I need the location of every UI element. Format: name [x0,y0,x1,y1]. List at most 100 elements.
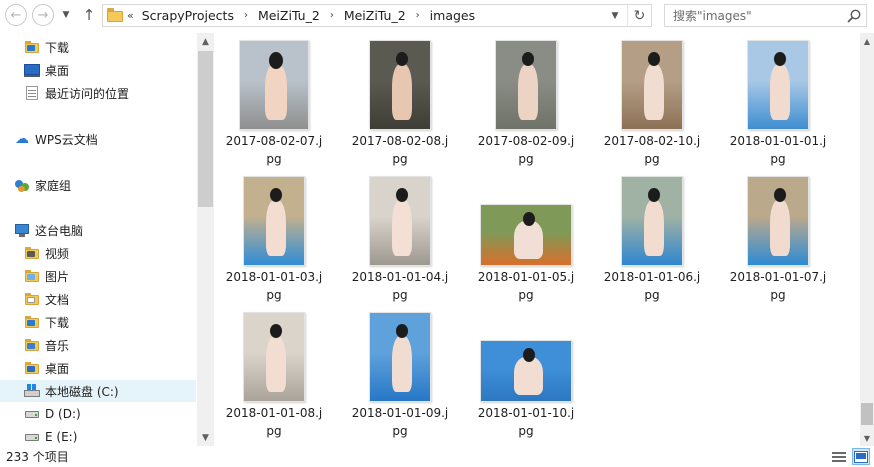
sidebar-item-homegroup[interactable]: 家庭组 [14,174,196,196]
sidebar-item-pictures[interactable]: 图片 [24,265,196,287]
image-thumbnail[interactable] [480,340,572,402]
forward-button[interactable]: → [32,4,54,26]
sidebar-item-label: 本地磁盘 (C:) [45,384,119,399]
sidebar-item-downloads-pc[interactable]: 下载 [24,311,196,333]
back-button[interactable]: ← [5,4,27,26]
refresh-button[interactable]: ↻ [627,5,651,26]
image-thumbnail[interactable] [243,312,305,402]
file-name: 2018-01-01-04.j [351,270,449,284]
sidebar-item-wps-cloud[interactable]: ☁ WPS云文档 [14,128,196,150]
file-item[interactable]: 2017-08-02-10.j pg [593,38,711,166]
photo-figure-head [774,188,786,202]
photo-figure-head [270,188,282,202]
large-icons-view-button[interactable] [852,448,870,465]
file-item[interactable]: 2018-01-01-08.j pg [215,310,333,438]
file-name: 2018-01-01-08.j [225,406,323,420]
photo-figure [392,64,412,120]
sidebar-item-this-pc[interactable]: 这台电脑 [14,219,196,241]
sidebar-item-label: 家庭组 [35,178,72,193]
photo-figure [392,336,412,392]
sidebar-item-desktop[interactable]: 桌面 [24,59,196,81]
sidebar-item-label: 桌面 [45,361,70,376]
sidebar-item-label: D (D:) [45,407,81,421]
sidebar-item-desktop-pc[interactable]: 桌面 [24,357,196,379]
scroll-up-arrow-icon[interactable]: ▲ [197,33,213,50]
recent-locations-button[interactable]: ▼ [60,7,72,23]
address-history-button[interactable]: ▼ [605,5,625,26]
status-bar: 233 个项目 [0,446,874,467]
file-grid: 2017-08-02-07.j pg 2017-08-02-08.j pg 2017-0… [215,33,859,446]
image-thumbnail[interactable] [495,40,557,130]
file-name: 2018-01-01-09.j [351,406,449,420]
content-scrollbar[interactable]: ▲ ▼ [860,33,874,446]
file-name-continued: pg [518,152,534,166]
sidebar-item-label: 桌面 [45,63,70,78]
sidebar-item-recent-places[interactable]: 最近访问的位置 [24,82,196,104]
file-item[interactable]: 2018-01-01-09.j pg [341,310,459,438]
file-item[interactable]: 2017-08-02-07.j pg [215,38,333,166]
sidebar-item-label: 最近访问的位置 [45,86,130,101]
breadcrumb-item[interactable]: MeiZiTu_2 [342,8,408,23]
chevron-right-icon[interactable]: › [236,10,256,21]
sidebar-item-drive-c[interactable]: 本地磁盘 (C:) [0,380,196,402]
sidebar-item-drive-e[interactable]: E (E:) [24,426,196,446]
image-thumbnail[interactable] [621,176,683,266]
sidebar-item-downloads[interactable]: 下载 [24,36,196,58]
chevron-right-icon[interactable]: › [408,10,428,21]
file-item[interactable]: 2018-01-01-07.j pg [719,174,837,302]
details-view-button[interactable] [830,448,848,465]
sidebar-item-documents[interactable]: 文档 [24,288,196,310]
file-name: 2018-01-01-01.j [729,134,827,148]
search-input[interactable] [665,5,845,26]
image-thumbnail[interactable] [480,204,572,266]
image-thumbnail[interactable] [621,40,683,130]
image-thumbnail[interactable] [747,40,809,130]
breadcrumb-item[interactable]: images [428,8,477,23]
scroll-up-arrow-icon[interactable]: ▲ [860,33,874,49]
photo-figure-head [523,348,535,362]
search-box[interactable] [664,4,867,27]
file-item[interactable]: 2017-08-02-08.j pg [341,38,459,166]
breadcrumb-overflow-button[interactable]: « [127,9,140,22]
file-name-continued: pg [392,288,408,302]
file-item[interactable]: 2018-01-01-10.j pg [467,310,585,438]
image-thumbnail[interactable] [239,40,309,130]
address-bar[interactable]: « ScrapyProjects › MeiZiTu_2 › MeiZiTu_2… [102,4,652,27]
file-item[interactable]: 2017-08-02-09.j pg [467,38,585,166]
sidebar-item-label: 图片 [45,269,70,284]
scroll-down-arrow-icon[interactable]: ▼ [860,430,874,446]
file-item[interactable]: 2018-01-01-03.j pg [215,174,333,302]
up-button[interactable]: ↑ [80,5,98,25]
image-thumbnail[interactable] [243,176,305,266]
file-name: 2017-08-02-10.j [603,134,701,148]
file-item[interactable]: 2018-01-01-04.j pg [341,174,459,302]
image-thumbnail[interactable] [369,312,431,402]
chevron-right-icon[interactable]: › [322,10,342,21]
chevron-down-icon: ▼ [611,10,619,21]
search-icon[interactable] [846,8,862,24]
file-name-continued: pg [644,288,660,302]
content-scrollbar-thumb[interactable] [861,403,873,425]
navigation-pane: 下载 桌面 最近访问的位置 ☁ WPS云文档 家庭组 这台电脑 视频 图片 文档… [0,33,214,446]
photo-figure [514,357,543,395]
image-thumbnail[interactable] [369,40,431,130]
file-name: 2017-08-02-09.j [477,134,575,148]
sidebar-item-videos[interactable]: 视频 [24,242,196,264]
sidebar-item-drive-d[interactable]: D (D:) [24,403,196,425]
details-view-icon [832,451,846,462]
sidebar-scrollbar-thumb[interactable] [198,51,213,207]
sidebar-scrollbar[interactable]: ▲ ▼ [197,33,213,446]
breadcrumb-item[interactable]: ScrapyProjects [140,8,236,23]
file-item[interactable]: 2018-01-01-06.j pg [593,174,711,302]
photo-figure [392,200,412,256]
file-item[interactable]: 2018-01-01-05.j pg [467,174,585,302]
file-name-continued: pg [266,288,282,302]
photo-figure-head [648,52,660,66]
image-thumbnail[interactable] [747,176,809,266]
file-item[interactable]: 2018-01-01-01.j pg [719,38,837,166]
sidebar-item-label: 下载 [45,315,70,330]
sidebar-item-music[interactable]: 音乐 [24,334,196,356]
image-thumbnail[interactable] [369,176,431,266]
breadcrumb-item[interactable]: MeiZiTu_2 [256,8,322,23]
scroll-down-arrow-icon[interactable]: ▼ [197,429,213,446]
